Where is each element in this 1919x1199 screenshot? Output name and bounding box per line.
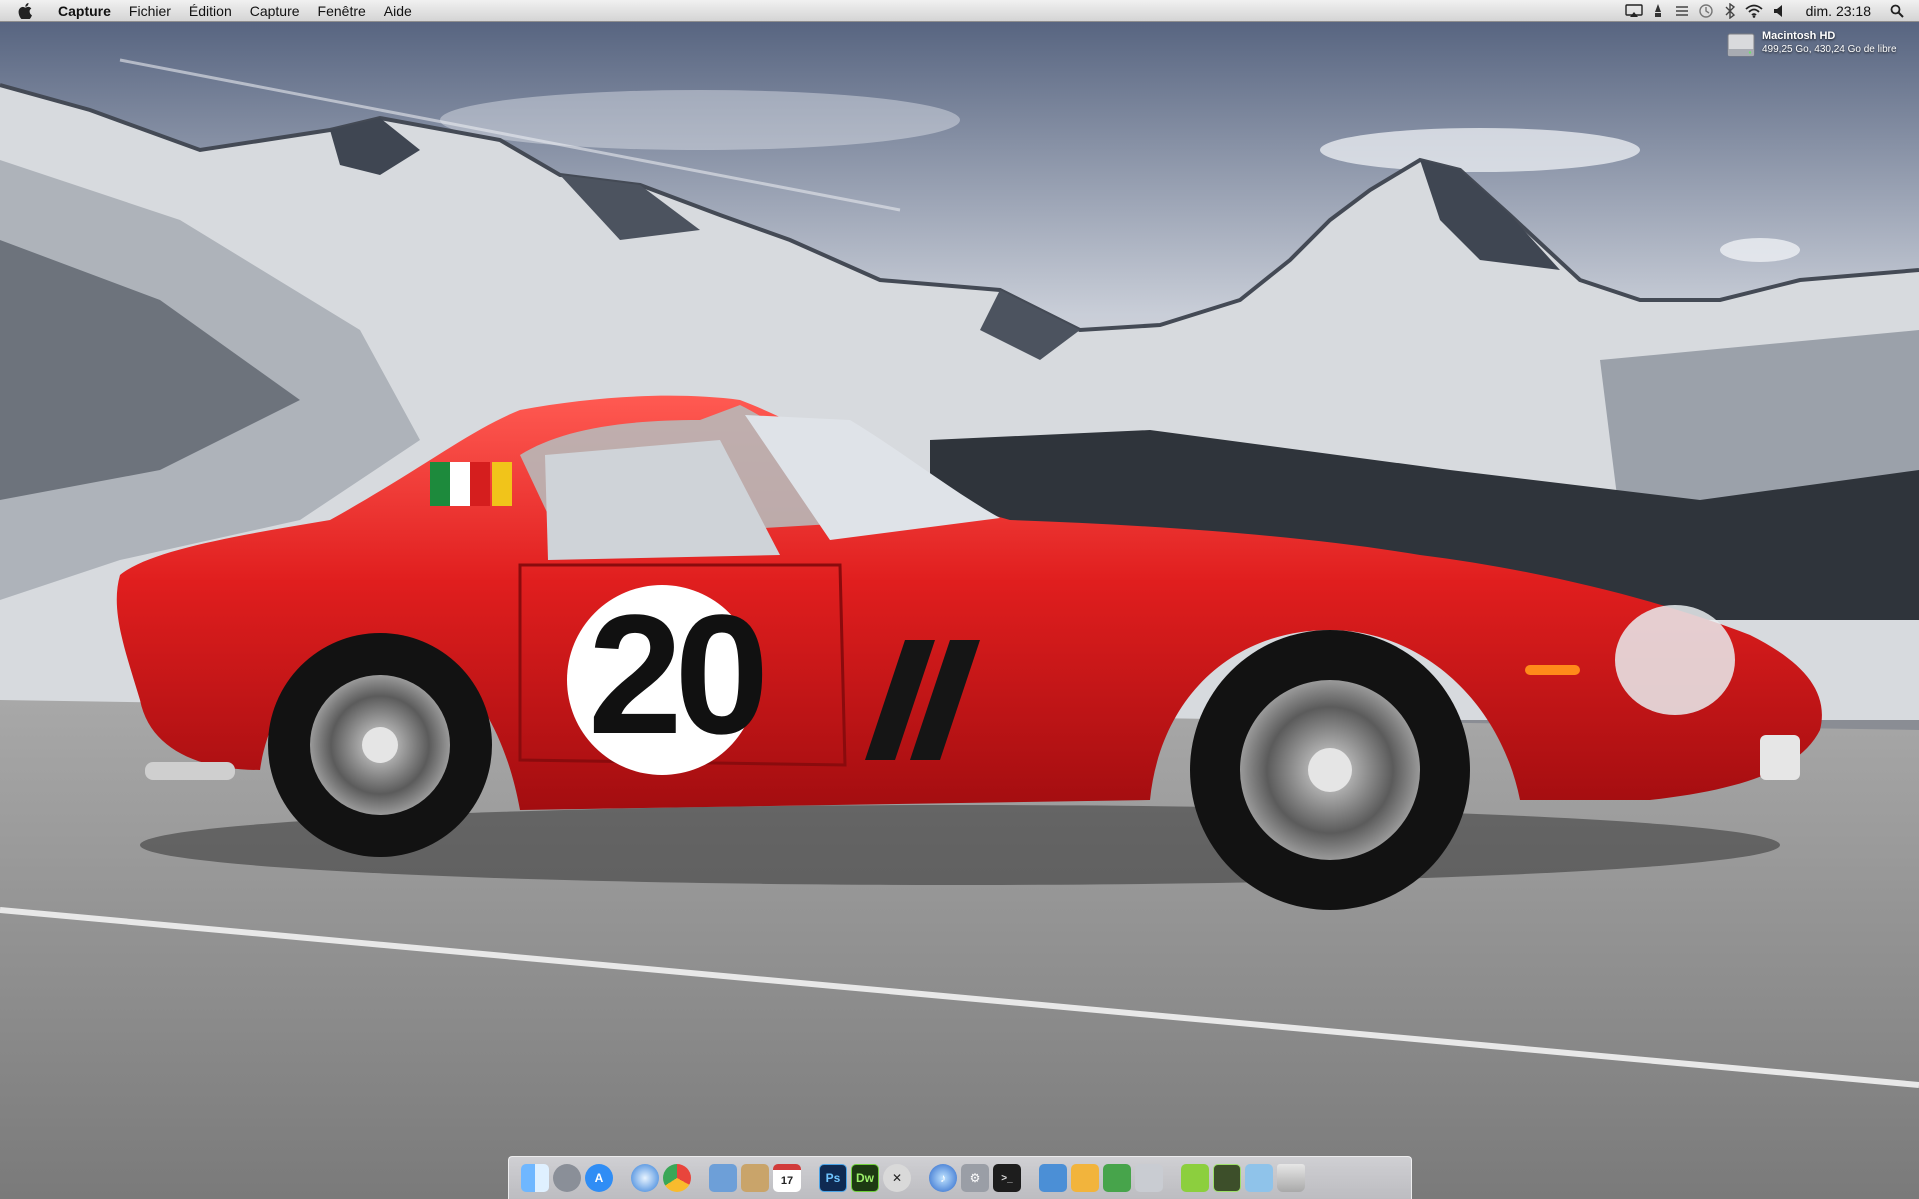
menu-clock[interactable]: dim. 23:18 xyxy=(1790,0,1885,22)
chrome-icon[interactable] xyxy=(663,1164,691,1192)
contacts-icon[interactable] xyxy=(741,1164,769,1192)
volume-icon[interactable] xyxy=(1766,0,1790,22)
x11-icon[interactable]: ✕ xyxy=(883,1164,911,1192)
hard-drive-icon xyxy=(1727,33,1755,57)
time-machine-icon[interactable] xyxy=(1694,0,1718,22)
apple-menu-icon[interactable] xyxy=(18,2,38,19)
pages-icon[interactable] xyxy=(1071,1164,1099,1192)
menu-capture[interactable]: Capture xyxy=(241,0,309,22)
app-store-icon[interactable]: A xyxy=(585,1164,613,1192)
desktop-icon-label: Macintosh HD 499,25 Go, 430,24 Go de lib… xyxy=(1762,30,1897,56)
bluetooth-icon[interactable] xyxy=(1718,0,1742,22)
car-race-number: 20 xyxy=(588,580,769,770)
dreamweaver-icon[interactable]: Dw xyxy=(851,1164,879,1192)
itunes-icon[interactable]: ♪ xyxy=(929,1164,957,1192)
menu-fenetre[interactable]: Fenêtre xyxy=(309,0,375,22)
launchpad-icon[interactable] xyxy=(553,1164,581,1192)
wifi-icon[interactable] xyxy=(1742,0,1766,22)
menu-fichier[interactable]: Fichier xyxy=(120,0,180,22)
finder-folder-icon[interactable] xyxy=(1245,1164,1273,1192)
drive-capacity: 499,25 Go, 430,24 Go de libre xyxy=(1762,44,1897,55)
terminal-icon[interactable]: >_ xyxy=(993,1164,1021,1192)
coda-icon[interactable] xyxy=(1135,1164,1163,1192)
photoshop-icon[interactable]: Ps xyxy=(819,1164,847,1192)
dock: A 17 Ps Dw ✕ ♪ ⚙ >_ xyxy=(508,1156,1412,1199)
safari-icon[interactable] xyxy=(631,1164,659,1192)
alert-icon[interactable] xyxy=(1646,0,1670,22)
pixelmator-icon[interactable] xyxy=(1213,1164,1241,1192)
menu-edition[interactable]: Édition xyxy=(180,0,241,22)
menu-bar-status: dim. 23:18 xyxy=(1622,0,1919,22)
menu-app-name[interactable]: Capture xyxy=(54,0,120,22)
finder-icon[interactable] xyxy=(521,1164,549,1192)
keynote-icon[interactable] xyxy=(1039,1164,1067,1192)
menu-aide[interactable]: Aide xyxy=(375,0,421,22)
desktop-wallpaper xyxy=(0,0,1919,1199)
menu-bar-left: Capture Fichier Édition Capture Fenêtre … xyxy=(0,0,421,22)
search-icon[interactable] xyxy=(1885,0,1909,22)
dashcode-icon[interactable] xyxy=(1181,1164,1209,1192)
airplay-icon[interactable] xyxy=(1622,0,1646,22)
numbers-icon[interactable] xyxy=(1103,1164,1131,1192)
drive-name: Macintosh HD xyxy=(1762,30,1836,42)
eject-icon[interactable] xyxy=(1670,0,1694,22)
desktop-icon-macintosh-hd[interactable]: Macintosh HD 499,25 Go, 430,24 Go de lib… xyxy=(1726,30,1916,70)
trash-icon[interactable] xyxy=(1277,1164,1305,1192)
calendar-icon[interactable]: 17 xyxy=(773,1164,801,1192)
menu-bar: Capture Fichier Édition Capture Fenêtre … xyxy=(0,0,1919,22)
system-preferences-icon[interactable]: ⚙ xyxy=(961,1164,989,1192)
preview-icon[interactable] xyxy=(709,1164,737,1192)
